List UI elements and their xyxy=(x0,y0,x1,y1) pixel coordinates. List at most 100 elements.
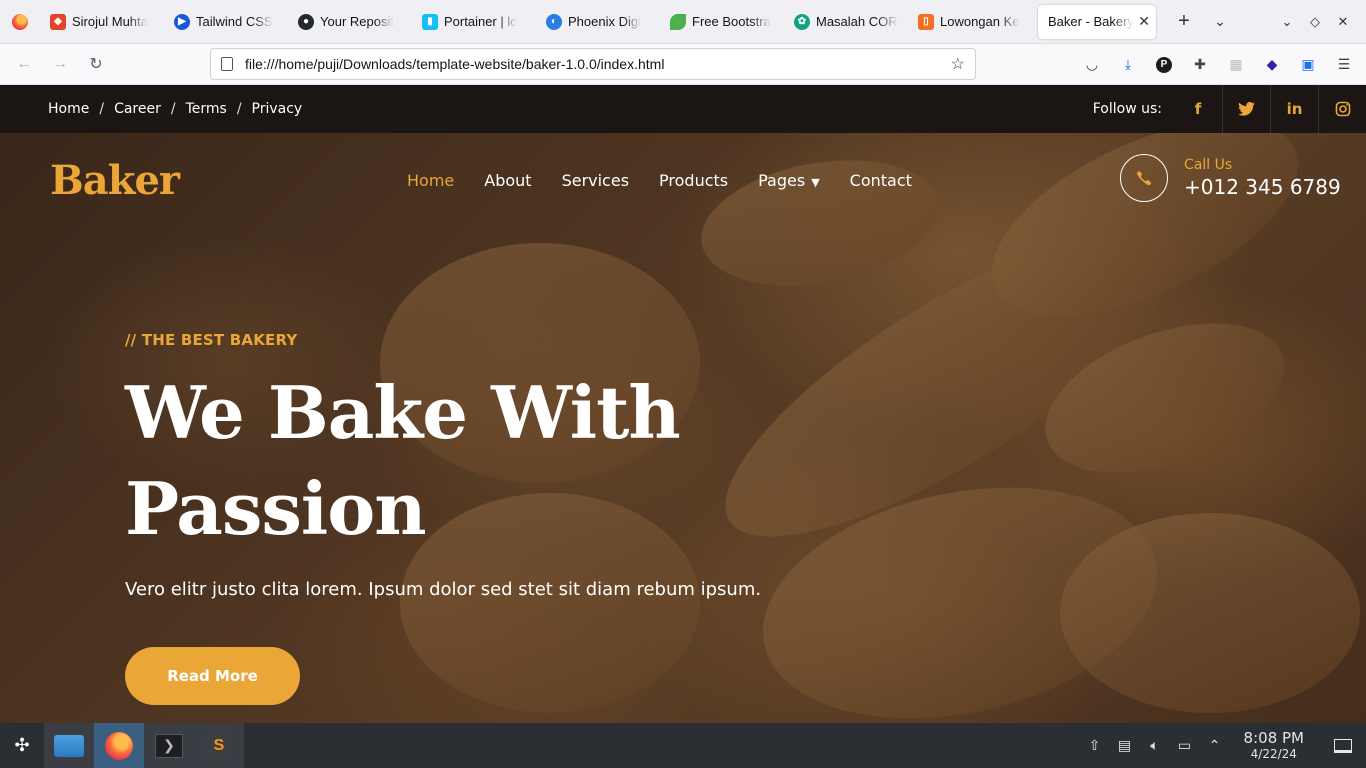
chevron-down-icon: ▼ xyxy=(811,176,820,189)
network-icon[interactable]: ▭ xyxy=(1176,737,1194,754)
url-text[interactable]: file:///home/puji/Downloads/template-web… xyxy=(245,56,664,72)
os-taskbar: ✣ ❯ S ⇧ ▤ 🔈︎ ▭ ⌃ 8:08 PM 4/22/24 xyxy=(0,723,1366,768)
minimize-icon[interactable]: ⌄ xyxy=(1278,14,1296,30)
menu-icon[interactable]: ☰ xyxy=(1330,51,1358,79)
forward-icon[interactable]: → xyxy=(42,48,78,80)
separator: / xyxy=(236,101,242,117)
back-icon[interactable]: ← xyxy=(6,48,42,80)
taskbar-firefox[interactable] xyxy=(94,723,144,768)
browser-tab[interactable]: ✿ Masalah COR xyxy=(784,5,908,39)
tab-title: Phoenix Digi xyxy=(568,14,641,29)
call-us-block: Call Us +012 345 6789 xyxy=(1120,154,1341,202)
clipboard-icon[interactable]: ▤ xyxy=(1116,737,1134,754)
volume-icon[interactable]: 🔈︎ xyxy=(1146,737,1164,754)
tray-expand-icon[interactable]: ⌃ xyxy=(1206,737,1224,754)
call-us-text: Call Us +012 345 6789 xyxy=(1184,157,1341,199)
browser-tab[interactable]: ◆ Sirojul Muhta xyxy=(40,5,164,39)
job-icon: ▯ xyxy=(918,13,934,30)
topbar-link-terms[interactable]: Terms xyxy=(186,101,227,117)
update-icon[interactable]: ⇧ xyxy=(1086,737,1104,754)
hero-headline: We Bake With Passion xyxy=(125,370,681,551)
clock[interactable]: 8:08 PM 4/22/24 xyxy=(1244,730,1304,762)
tab-title: Sirojul Muhta xyxy=(72,14,148,29)
twitter-icon[interactable] xyxy=(1222,85,1270,133)
phoenix-icon: ◐ xyxy=(546,13,562,30)
tab-title: Lowongan Ke xyxy=(940,14,1020,29)
reload-icon[interactable]: ↻ xyxy=(78,48,114,80)
extension-clipboard-icon[interactable]: ▣ xyxy=(1294,51,1322,79)
extension-diamond-icon[interactable]: ◆ xyxy=(1258,51,1286,79)
linkedin-icon[interactable]: in xyxy=(1270,85,1318,133)
call-us-label: Call Us xyxy=(1184,157,1233,173)
web-page: Home / Career / Terms / Privacy Follow u… xyxy=(0,85,1366,723)
nav-products[interactable]: Products xyxy=(659,171,728,190)
tab-title: Baker - Bakery xyxy=(1048,14,1134,29)
tab-title: Masalah COR xyxy=(816,14,898,29)
gitlab-icon: ◆ xyxy=(50,13,66,30)
tab-title: Tailwind CSS xyxy=(196,14,273,29)
site-logo[interactable]: Baker xyxy=(50,157,180,204)
topbar-link-career[interactable]: Career xyxy=(114,101,161,117)
tab-list: ◆ Sirojul Muhta ▶ Tailwind CSS ● Your Re… xyxy=(40,0,1156,44)
facebook-icon[interactable]: f xyxy=(1174,85,1222,133)
tab-title: Portainer | lo xyxy=(444,14,518,29)
address-bar[interactable]: file:///home/puji/Downloads/template-web… xyxy=(210,48,976,80)
read-more-button[interactable]: Read More xyxy=(125,647,300,705)
main-nav: Home About Services Products Pages ▼ Cont… xyxy=(407,171,912,190)
browser-tab[interactable]: ◐ Phoenix Digi xyxy=(536,5,660,39)
topbar-links: Home / Career / Terms / Privacy xyxy=(48,101,302,117)
taskbar-terminal[interactable]: ❯ xyxy=(144,723,194,768)
hero-eyebrow: // THE BEST BAKERY xyxy=(125,331,298,349)
browser-tab[interactable]: ▶ Tailwind CSS xyxy=(164,5,288,39)
firefox-icon xyxy=(105,731,133,760)
separator: / xyxy=(99,101,105,117)
hero-subtitle: Vero elitr justo clita lorem. Ipsum dolo… xyxy=(125,579,762,600)
clock-date: 4/22/24 xyxy=(1250,746,1297,761)
close-tab-icon[interactable]: ✕ xyxy=(1138,13,1150,30)
nav-services[interactable]: Services xyxy=(562,171,629,190)
browser-tab[interactable]: ● Your Reposit xyxy=(288,5,412,39)
portainer-icon: ▮ xyxy=(422,13,438,30)
tab-title: Your Reposit xyxy=(320,14,394,29)
nav-pages-label: Pages xyxy=(758,171,806,190)
nav-home[interactable]: Home xyxy=(407,171,454,190)
firefox-icon xyxy=(12,13,28,30)
folder-icon xyxy=(54,734,84,757)
browser-tab[interactable]: Free Bootstra xyxy=(660,5,784,39)
pocket-icon[interactable]: ◡ xyxy=(1078,51,1106,79)
instagram-icon[interactable] xyxy=(1318,85,1366,133)
hero-section: Baker Home About Services Products Pages… xyxy=(0,133,1366,723)
list-all-tabs-button[interactable]: ⌄ xyxy=(1202,4,1238,40)
browser-tab-strip: ◆ Sirojul Muhta ▶ Tailwind CSS ● Your Re… xyxy=(0,0,1366,44)
close-window-icon[interactable]: ✕ xyxy=(1334,14,1352,30)
clock-time: 8:08 PM xyxy=(1243,728,1304,747)
extension-p-icon[interactable]: P xyxy=(1150,51,1178,79)
browser-tab[interactable]: ▯ Lowongan Ke xyxy=(908,5,1032,39)
app-launcher-icon[interactable]: ✣ xyxy=(0,723,44,768)
follow-label: Follow us: xyxy=(1092,101,1162,117)
nav-about[interactable]: About xyxy=(484,171,531,190)
extension-grid-icon[interactable]: ▦ xyxy=(1222,51,1250,79)
show-desktop-icon[interactable] xyxy=(1334,738,1352,753)
bookmark-star-icon[interactable]: ☆ xyxy=(951,54,965,74)
firefox-view-button[interactable] xyxy=(0,0,40,44)
tab-title: Free Bootstra xyxy=(692,14,771,29)
topbar-link-privacy[interactable]: Privacy xyxy=(252,101,303,117)
browser-tab-active[interactable]: Baker - Bakery ✕ xyxy=(1038,4,1156,39)
system-tray: ⇧ ▤ 🔈︎ ▭ ⌃ 8:08 PM 4/22/24 xyxy=(1086,723,1366,768)
openai-icon: ✿ xyxy=(794,13,810,30)
nav-contact[interactable]: Contact xyxy=(850,171,912,190)
extensions-puzzle-icon[interactable]: ✚ xyxy=(1186,51,1214,79)
maximize-icon[interactable]: ◇ xyxy=(1306,14,1324,30)
window-controls: ⌄ ◇ ✕ xyxy=(1278,0,1366,44)
topbar-link-home[interactable]: Home xyxy=(48,101,89,117)
terminal-icon: ❯ xyxy=(155,733,183,758)
downloads-icon[interactable]: ⤓ xyxy=(1114,51,1142,79)
phone-number[interactable]: +012 345 6789 xyxy=(1184,175,1341,199)
taskbar-files[interactable] xyxy=(44,723,94,768)
taskbar-sublime[interactable]: S xyxy=(194,723,244,768)
new-tab-button[interactable]: + xyxy=(1166,4,1202,40)
browser-tab[interactable]: ▮ Portainer | lo xyxy=(412,5,536,39)
tailwind-icon: ▶ xyxy=(174,13,190,30)
nav-pages-dropdown[interactable]: Pages ▼ xyxy=(758,171,820,190)
